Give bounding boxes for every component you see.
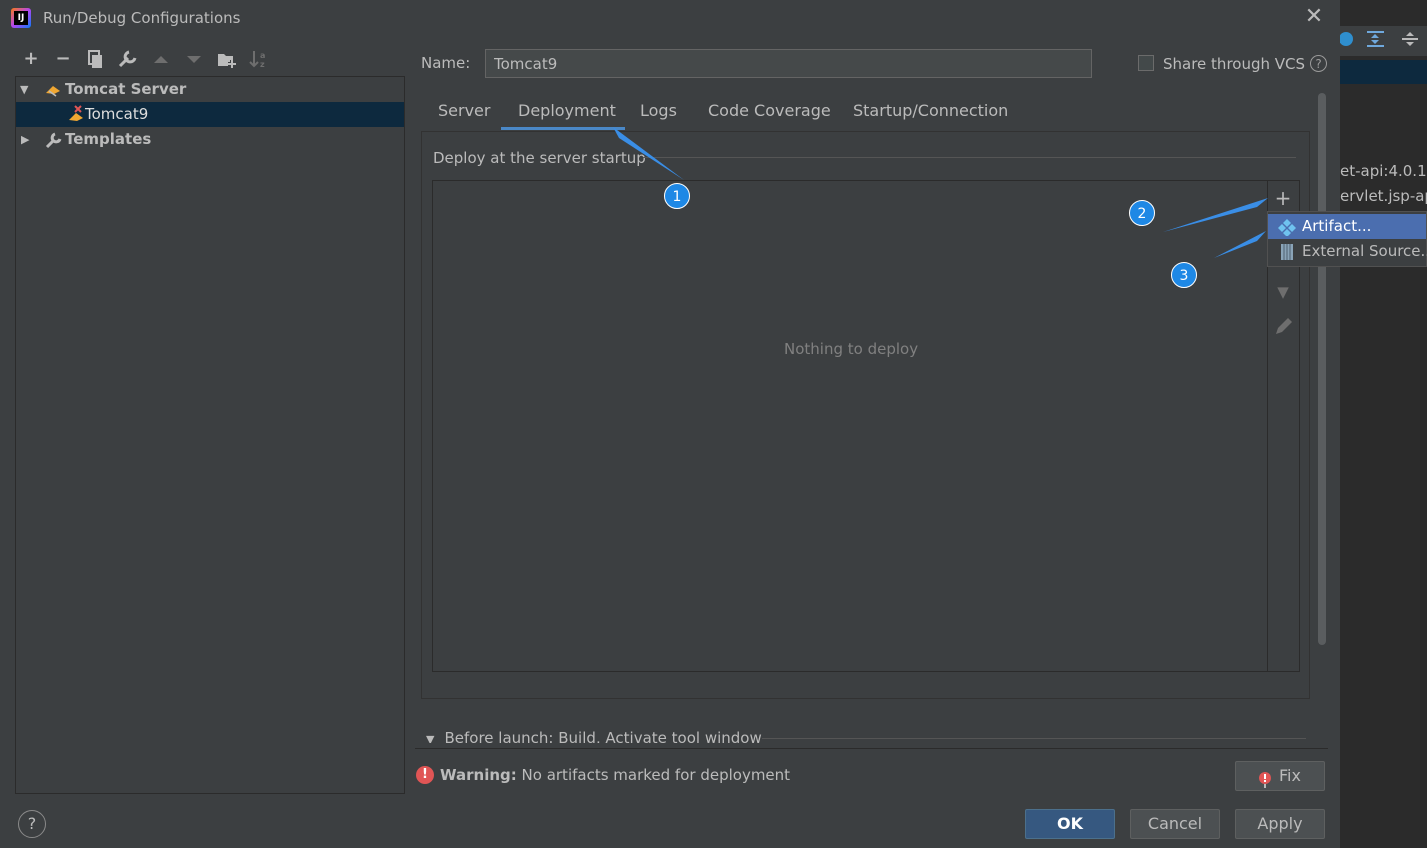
cancel-button[interactable]: Cancel <box>1130 809 1220 839</box>
fix-button[interactable]: Fix <box>1235 761 1325 791</box>
annotation-badge-3: 3 <box>1171 262 1197 288</box>
annotation-arrows <box>613 127 1268 258</box>
warning-text: No artifacts marked for deployment <box>516 766 791 784</box>
help-button[interactable]: ? <box>18 810 46 838</box>
annotation-badge-1: 1 <box>664 183 690 209</box>
annotation-arrow-1 <box>613 127 684 180</box>
before-launch-section[interactable]: ▼ Before launch: Build, Activate tool win… <box>426 729 762 743</box>
error-icon <box>1259 769 1272 788</box>
collapse-arrow-icon[interactable]: ▼ <box>426 733 434 743</box>
panel-divider <box>415 748 1328 749</box>
warning-prefix: Warning: <box>440 766 517 784</box>
annotation-arrow-2 <box>1163 198 1268 232</box>
ok-button[interactable]: OK <box>1025 809 1115 839</box>
error-icon: ! <box>416 766 434 784</box>
fix-button-label: Fix <box>1279 766 1301 785</box>
section-divider <box>762 738 1306 739</box>
before-launch-label: Before launch: Build, Activate tool wind… <box>444 729 762 743</box>
annotation-badge-2: 2 <box>1129 200 1155 226</box>
annotation-arrow-3 <box>1214 231 1266 258</box>
apply-button[interactable]: Apply <box>1235 809 1325 839</box>
warning-message: Warning: No artifacts marked for deploym… <box>440 766 790 784</box>
